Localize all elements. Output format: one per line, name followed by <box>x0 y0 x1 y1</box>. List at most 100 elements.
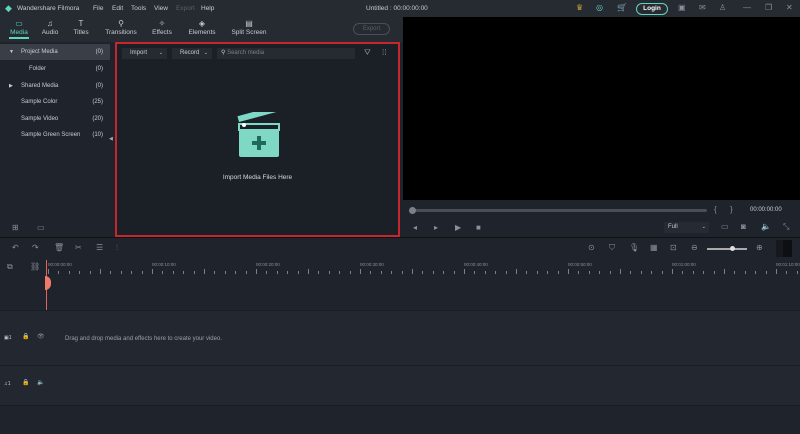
delete-icon[interactable]: 🗑 <box>54 243 64 252</box>
sidebar-item-shared-media[interactable]: ▶ Shared Media (0) <box>0 78 110 94</box>
grid-view-icon[interactable]: ⁞⁞ <box>382 48 386 57</box>
sidebar-item-sample-green-screen[interactable]: Sample Green Screen (10) <box>0 127 110 143</box>
support-icon[interactable]: ◎ <box>596 3 603 12</box>
cut-icon[interactable]: ✂ <box>75 243 82 252</box>
account-icon[interactable]: ♙ <box>719 3 726 12</box>
ruler-tick <box>724 269 725 274</box>
ruler-tick <box>776 269 777 274</box>
speaker-icon[interactable]: 🔈 <box>37 379 44 386</box>
audio-track[interactable]: ♫1 🔒 🔈 <box>0 365 800 405</box>
item-count: (0) <box>95 83 103 89</box>
tab-bar: ▭ Media ♫ Audio T Titles ⚲ Transitions ✧ Effe… <box>0 17 403 42</box>
ruler-tick-label: 00:00:20:00 <box>256 262 280 267</box>
ruler-tick <box>422 271 424 274</box>
filter-icon[interactable]: ⛛ <box>364 48 371 58</box>
import-dropdown[interactable]: Import ⌄ <box>122 48 167 59</box>
undo-icon[interactable]: ↶ <box>12 243 19 252</box>
zoom-slider-handle[interactable] <box>730 246 735 251</box>
video-track[interactable]: ▣1 🔒 👁 Drag and drop media and effects h… <box>0 310 800 365</box>
snapshot-icon[interactable]: ◙ <box>741 222 746 231</box>
playhead-marker[interactable] <box>45 276 51 290</box>
premium-icon[interactable]: ♛ <box>576 3 583 12</box>
zoom-out-icon[interactable]: ⊖ <box>691 243 698 252</box>
sidebar-item-sample-video[interactable]: Sample Video (20) <box>0 111 110 127</box>
menu-file[interactable]: File <box>93 5 103 12</box>
ruler-tick-label: 00:00:40:00 <box>464 262 488 267</box>
display-icon[interactable]: ▭ <box>721 222 729 231</box>
collapse-panel-icon[interactable]: ◀ <box>109 136 113 142</box>
restore-icon[interactable]: ❐ <box>765 3 772 12</box>
snapshot-track-icon[interactable]: ⊡ <box>670 243 677 252</box>
zoom-in-icon[interactable]: ⊕ <box>756 243 763 252</box>
login-button[interactable]: Login <box>636 3 668 15</box>
close-icon[interactable]: ✕ <box>786 3 793 12</box>
item-label: Sample Video <box>21 116 59 122</box>
voiceover-icon[interactable]: 🎙 <box>629 243 639 252</box>
clapperboard-add-icon[interactable] <box>235 112 283 160</box>
item-count: (0) <box>95 66 103 72</box>
eye-icon[interactable]: 👁 <box>37 333 45 340</box>
ruler-tick <box>495 271 497 274</box>
audio-waveform-icon[interactable]: ⫶ <box>116 243 118 253</box>
ruler-tick <box>183 271 185 274</box>
search-input[interactable]: ⚲ Search media <box>217 48 355 59</box>
timecode-display: 00:00:00:00 <box>750 207 782 213</box>
ruler-tick <box>318 271 320 274</box>
zoom-slider[interactable] <box>707 248 747 250</box>
render-icon[interactable]: ⊙ <box>588 243 595 252</box>
marker-icon[interactable]: ⛉ <box>609 243 615 253</box>
tab-titles[interactable]: T Titles <box>61 19 101 36</box>
folder-icon[interactable]: ▭ <box>37 223 45 232</box>
lock-icon[interactable]: 🔒 <box>22 379 29 386</box>
play-icon[interactable]: ▶ <box>455 223 461 232</box>
save-icon[interactable]: ▣ <box>678 3 686 12</box>
stop-icon[interactable]: ■ <box>476 223 481 232</box>
menu-tools[interactable]: Tools <box>131 5 146 12</box>
playback-progress-bar[interactable] <box>411 209 707 212</box>
mark-in-icon[interactable]: { <box>714 205 717 214</box>
menu-help[interactable]: Help <box>201 5 214 12</box>
tab-elements[interactable]: ◈ Elements <box>182 19 222 36</box>
play-frame-icon[interactable]: ▸ <box>434 223 438 232</box>
menu-edit[interactable]: Edit <box>112 5 123 12</box>
new-folder-icon[interactable]: ⊞ <box>12 223 19 232</box>
tab-label: Media <box>10 29 28 36</box>
mark-out-icon[interactable]: } <box>730 205 733 214</box>
expand-icon[interactable]: ▶ <box>9 78 13 94</box>
add-track-icon[interactable]: ⧉ <box>7 262 13 272</box>
menu-view[interactable]: View <box>154 5 168 12</box>
import-media-hint[interactable]: Import Media Files Here <box>117 174 398 181</box>
fullscreen-icon[interactable]: ⤡ <box>783 222 789 232</box>
expand-icon[interactable]: ▼ <box>9 44 14 60</box>
lock-icon[interactable]: 🔒 <box>22 333 29 340</box>
adjust-icon[interactable]: ☰ <box>96 243 103 252</box>
quality-dropdown[interactable]: Full ⌄ <box>664 222 709 233</box>
media-panel[interactable]: Import ⌄ Record ⌄ ⚲ Search media ⛛ ⁞⁞ Impo… <box>115 42 400 237</box>
tab-label: Transitions <box>105 29 137 36</box>
tab-transitions[interactable]: ⚲ Transitions <box>101 19 141 36</box>
text-icon: T <box>78 19 84 28</box>
cart-icon[interactable]: 🛒 <box>617 3 627 12</box>
tab-label: Elements <box>188 29 216 36</box>
redo-icon[interactable]: ↷ <box>32 243 39 252</box>
export-button[interactable]: Export <box>353 23 390 35</box>
link-icon[interactable]: ⛓ <box>30 262 40 271</box>
tab-split-screen[interactable]: ▤ Split Screen <box>228 19 270 36</box>
minimize-icon[interactable]: — <box>743 3 751 12</box>
timeline-ruler[interactable]: ⧉ ⛓ 00:00:00:00 00:00:10:00 00:00:20:00 00:… <box>0 260 800 434</box>
mail-icon[interactable]: ✉ <box>699 3 706 12</box>
record-dropdown[interactable]: Record ⌄ <box>172 48 212 59</box>
tab-effects[interactable]: ✧ Effects <box>142 19 182 36</box>
sidebar-item-project-media[interactable]: ▼ Project Media (0) <box>0 44 110 60</box>
empty-track-area[interactable] <box>0 405 800 434</box>
ruler-tick <box>453 271 455 274</box>
mixer-icon[interactable]: ▦ <box>650 243 658 252</box>
sidebar-item-folder[interactable]: Folder (0) <box>0 61 110 77</box>
playhead-handle[interactable] <box>409 207 416 214</box>
menu-export[interactable]: Export <box>176 5 195 12</box>
volume-icon[interactable]: 🔈 <box>761 222 771 231</box>
item-count: (0) <box>95 49 103 55</box>
previous-frame-icon[interactable]: ◂ <box>413 223 417 232</box>
sidebar-item-sample-color[interactable]: Sample Color (25) <box>0 94 110 110</box>
item-count: (10) <box>92 132 103 138</box>
